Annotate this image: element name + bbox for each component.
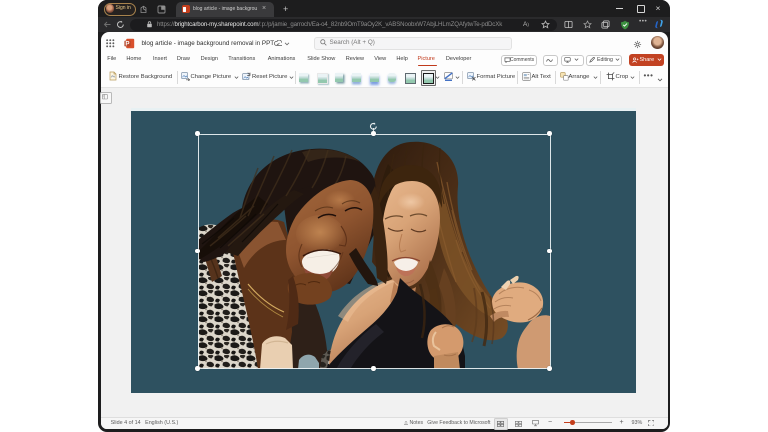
svg-text:P: P — [125, 40, 129, 47]
